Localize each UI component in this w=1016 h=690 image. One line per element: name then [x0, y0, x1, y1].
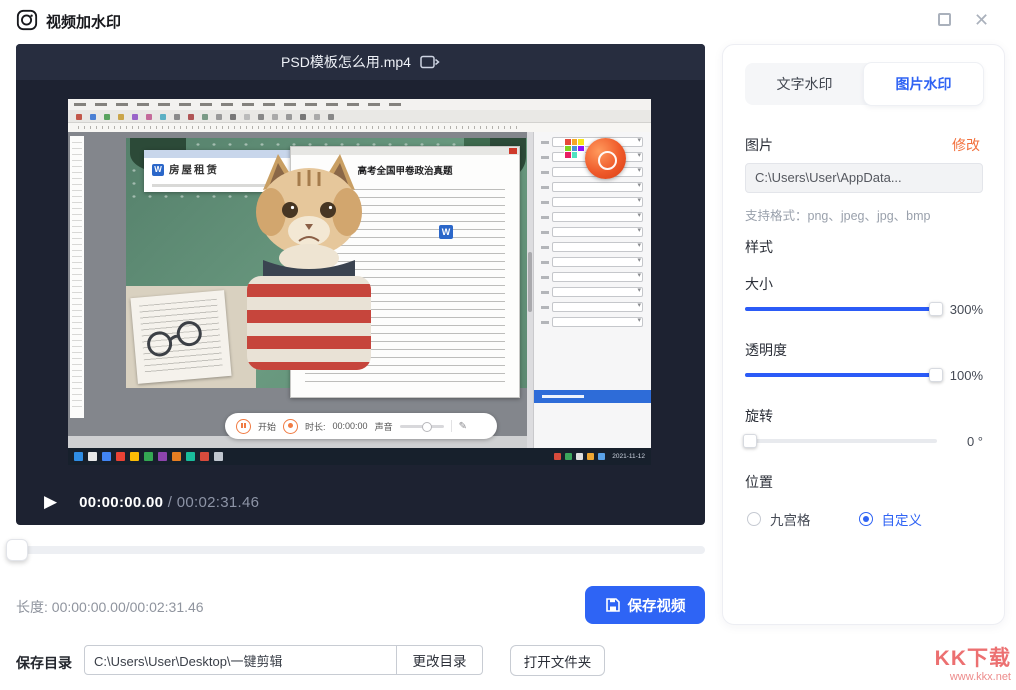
length-value: 00:00:00.00/00:02:31.46	[52, 599, 204, 615]
save-video-button[interactable]: 保存视频	[585, 586, 705, 624]
watermark-settings-panel: 文字水印 图片水印 图片 修改 C:\Users\User\AppData...…	[722, 44, 1005, 625]
app-logo-icon	[16, 9, 38, 31]
word-icon: W	[152, 164, 164, 176]
doc2-close-icon	[509, 148, 517, 154]
recorder-volume-slider	[400, 425, 444, 428]
tab-image-watermark[interactable]: 图片水印	[864, 63, 983, 105]
rotation-label: 旋转	[745, 406, 773, 426]
recorder-duration-label: 时长:	[305, 420, 326, 433]
taskbar-tray-icons	[554, 453, 605, 460]
close-button[interactable]: ✕	[974, 9, 989, 31]
titlebar: 视频加水印 ✕	[0, 0, 1016, 40]
size-slider-track[interactable]	[745, 307, 937, 311]
word-panel-selected-row	[534, 390, 651, 403]
taskbar-tray: 2021-11-12	[554, 453, 645, 460]
word-file-icon: W	[439, 225, 453, 239]
open-folder-button[interactable]: 打开文件夹	[510, 645, 605, 676]
rotation-slider-track[interactable]	[745, 439, 937, 443]
video-word-ruler	[68, 123, 651, 132]
radio-custom-label[interactable]: 自定义	[882, 509, 923, 529]
opacity-value: 100%	[950, 368, 983, 383]
play-button[interactable]: ▶	[44, 492, 57, 512]
recorder-record-icon	[283, 419, 298, 434]
formats-hint: 支持格式：png、jpeg、jpg、bmp	[745, 205, 931, 224]
rotation-value: 0 °	[967, 434, 983, 449]
save-dir-label: 保存目录	[16, 653, 72, 673]
tab-text-watermark[interactable]: 文字水印	[745, 63, 864, 105]
size-label: 大小	[745, 274, 773, 294]
site-watermark-url: www.kkx.net	[935, 671, 1011, 684]
taskbar-start-icon	[74, 452, 83, 461]
position-label: 位置	[745, 472, 773, 492]
length-label: 长度:	[16, 599, 48, 615]
length-row: 长度: 00:00:00.00/00:02:31.46	[16, 597, 204, 617]
size-value: 300%	[950, 302, 983, 317]
recorder-start-label: 开始	[258, 420, 276, 433]
radio-grid-label[interactable]: 九宫格	[770, 509, 811, 529]
size-slider: 300%	[745, 301, 983, 317]
taskbar-date: 2021-11-12	[612, 453, 645, 460]
video-desktop-area: W 房屋租赁 高考全国甲卷政治真题 W	[68, 132, 527, 448]
video-toolbar-icons	[76, 114, 82, 120]
recorder-duration-value: 00:00:00	[333, 421, 368, 431]
image-path-field[interactable]: C:\Users\User\AppData...	[745, 163, 983, 193]
site-watermark-name: KK下载	[935, 647, 1011, 671]
change-dir-button[interactable]: 更改目录	[396, 645, 483, 675]
radio-custom[interactable]	[859, 512, 873, 526]
style-label: 样式	[745, 237, 773, 257]
rotation-slider-handle[interactable]	[743, 434, 757, 448]
video-word-sidepanel	[533, 132, 651, 448]
video-color-palette-icon	[564, 138, 585, 159]
modify-image-link[interactable]: 修改	[952, 135, 980, 155]
timeline-track[interactable]	[16, 546, 705, 554]
opacity-slider-handle[interactable]	[929, 368, 943, 382]
recorder-divider	[451, 420, 452, 432]
timeline-handle[interactable]	[6, 539, 28, 561]
app-title: 视频加水印	[46, 11, 121, 32]
save-dir-input[interactable]	[84, 645, 397, 675]
save-video-label: 保存视频	[628, 595, 686, 616]
radio-grid[interactable]	[747, 512, 761, 526]
position-options: 九宫格 自定义	[747, 509, 922, 529]
size-slider-handle[interactable]	[929, 302, 943, 316]
video-preview: W 房屋租赁 高考全国甲卷政治真题 W	[68, 99, 651, 465]
save-icon	[605, 597, 621, 613]
recorder-audio-label: 声音	[375, 420, 393, 433]
recorder-pencil-icon: ✎	[459, 421, 467, 432]
rotation-slider: 0 °	[745, 433, 983, 449]
recorder-pause-icon	[236, 419, 251, 434]
watermark-cat-overlay[interactable]	[233, 148, 385, 370]
opacity-slider-track[interactable]	[745, 373, 937, 377]
current-time: 00:00:00.00	[79, 494, 163, 511]
player-header: PSD模板怎么用.mp4	[16, 44, 705, 80]
video-word-menubar	[68, 99, 651, 110]
total-duration: 00:02:31.46	[177, 494, 260, 511]
watermark-tabs: 文字水印 图片水印	[745, 63, 983, 105]
video-recording-badge-icon	[585, 138, 626, 179]
video-filename: PSD模板怎么用.mp4	[281, 52, 411, 72]
opacity-label: 透明度	[745, 340, 787, 360]
opacity-slider: 100%	[745, 367, 983, 383]
video-recorder-bar: 开始 时长: 00:00:00 声音 ✎	[225, 413, 497, 439]
image-label: 图片	[745, 135, 773, 155]
video-player: PSD模板怎么用.mp4	[16, 44, 705, 525]
video-word-toolbar	[68, 110, 651, 123]
playbar: ▶ 00:00:00.00 / 00:02:31.46	[16, 479, 705, 525]
time-separator: /	[163, 494, 176, 511]
video-left-page	[70, 136, 84, 418]
video-taskbar: 2021-11-12	[68, 448, 651, 465]
maximize-button[interactable]	[938, 13, 951, 26]
doc1-title: 房屋租赁	[169, 162, 219, 177]
site-watermark: KK下载 www.kkx.net	[935, 647, 1011, 684]
change-video-icon[interactable]	[420, 54, 440, 70]
taskbar-app-icons	[88, 452, 223, 461]
